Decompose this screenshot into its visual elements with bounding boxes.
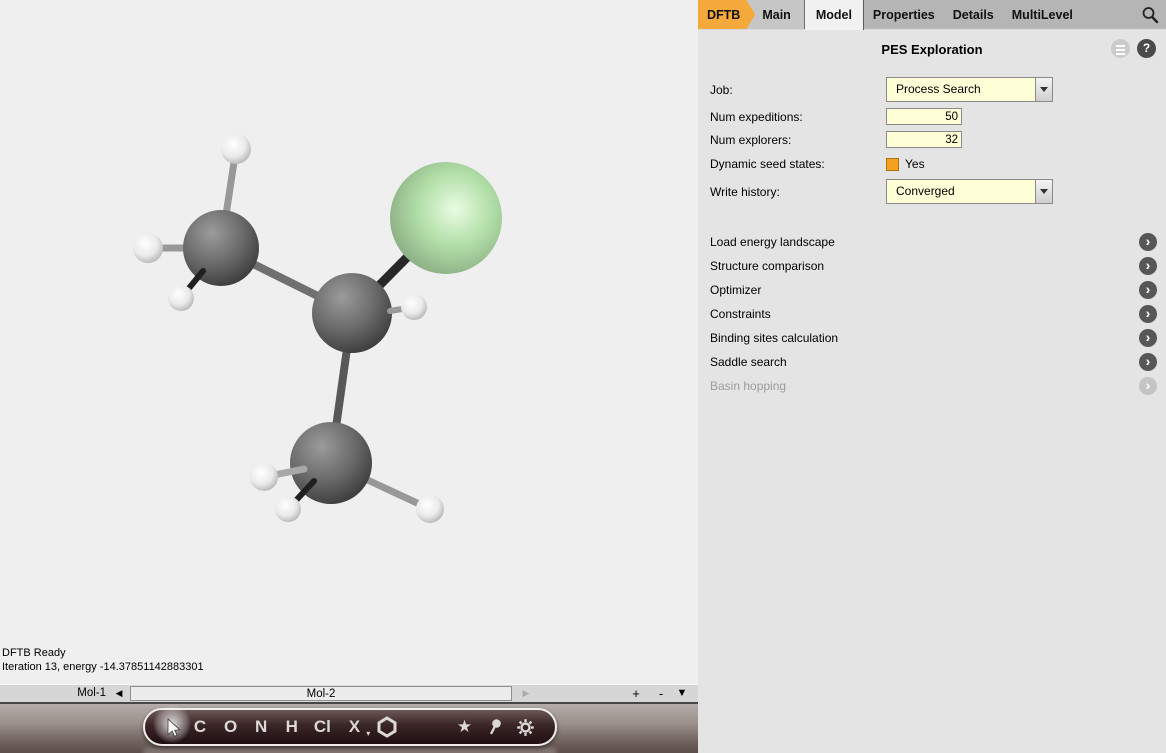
element-button-cl[interactable]: Cl <box>307 717 338 737</box>
scroll-left-icon[interactable]: ◀ <box>112 685 126 703</box>
atom-h[interactable] <box>133 233 163 263</box>
job-dropdown-value: Process Search <box>886 77 1035 102</box>
job-label: Job: <box>710 83 886 97</box>
settings-panel: DFTB Main Model Properties Details Multi… <box>698 0 1166 753</box>
write-history-dropdown-value: Converged <box>886 179 1035 204</box>
job-dropdown-button[interactable] <box>1035 77 1053 102</box>
write-history-label: Write history: <box>710 185 886 199</box>
molecule-menu-arrow[interactable]: ▼ <box>672 685 692 703</box>
atom-cl[interactable] <box>390 162 502 274</box>
chevron-right-icon[interactable]: › <box>1139 257 1157 275</box>
subpanel-list: Load energy landscape › Structure compar… <box>698 230 1166 398</box>
scroll-right-icon: ▶ <box>519 685 533 703</box>
gear-icon <box>516 718 535 737</box>
add-molecule-button[interactable]: + <box>628 685 644 703</box>
num-explorers-label: Num explorers: <box>710 133 886 147</box>
chevron-right-icon[interactable]: › <box>1139 329 1157 347</box>
dynamic-seed-states-label: Dynamic seed states: <box>710 157 886 171</box>
hamburger-menu-icon <box>1116 45 1125 47</box>
search-button[interactable] <box>1141 0 1159 29</box>
dynamic-seed-states-checkbox[interactable] <box>886 158 899 171</box>
breadcrumb-dftb[interactable]: DFTB <box>698 0 755 29</box>
atom-h[interactable] <box>401 294 427 320</box>
write-history-dropdown[interactable]: Converged <box>886 179 1053 204</box>
num-expeditions-label: Num expeditions: <box>710 110 886 124</box>
num-explorers-input[interactable] <box>886 131 962 148</box>
status-line-ready: DFTB Ready <box>2 647 204 661</box>
section-binding-sites-calculation[interactable]: Binding sites calculation › <box>698 326 1166 350</box>
atom-h[interactable] <box>168 285 194 311</box>
tab-model[interactable]: Model <box>805 0 864 30</box>
ring-tool-button[interactable] <box>371 716 402 738</box>
tab-multilevel[interactable]: MultiLevel <box>1003 0 1082 29</box>
bottom-dock-bar: C O N H Cl X ▾ ★ <box>0 702 698 753</box>
structures-tool-button[interactable]: ★ <box>449 717 480 737</box>
tab-details[interactable]: Details <box>944 0 1003 29</box>
breadcrumb-main[interactable]: Main <box>755 0 803 29</box>
chevron-right-icon[interactable]: › <box>1139 353 1157 371</box>
section-basin-hopping: Basin hopping › <box>698 374 1166 398</box>
section-constraints[interactable]: Constraints › <box>698 302 1166 326</box>
tab-mol-2-active[interactable]: Mol-2 <box>130 686 512 701</box>
panel-title-row: PES Exploration ? <box>698 30 1166 66</box>
help-button[interactable]: ? <box>1137 39 1156 58</box>
element-button-c[interactable]: C <box>185 717 216 737</box>
atom-h[interactable] <box>275 496 301 522</box>
settings-tool-button[interactable] <box>510 718 541 737</box>
molecule-canvas[interactable] <box>0 0 698 684</box>
job-dropdown[interactable]: Process Search <box>886 77 1053 102</box>
section-load-energy-landscape[interactable]: Load energy landscape › <box>698 230 1166 254</box>
dynamic-seed-states-value: Yes <box>905 157 925 171</box>
element-button-h[interactable]: H <box>276 717 307 737</box>
molecule-tab-strip: Mol-1 ◀ Mol-2 ▶ + - ▼ <box>0 684 698 702</box>
status-line-energy: Iteration 13, energy -14.37851142883301 <box>2 661 204 675</box>
section-saddle-search[interactable]: Saddle search › <box>698 350 1166 374</box>
breadcrumb: DFTB Main <box>698 0 805 29</box>
pin-tool-button[interactable] <box>480 718 511 736</box>
atom-c[interactable] <box>312 273 392 353</box>
pin-icon <box>486 718 504 736</box>
atom-h[interactable] <box>250 463 278 491</box>
panel-tab-strip: DFTB Main Model Properties Details Multi… <box>698 0 1166 30</box>
write-history-dropdown-button[interactable] <box>1035 179 1053 204</box>
element-button-n[interactable]: N <box>246 717 277 737</box>
chevron-down-icon <box>1040 87 1048 96</box>
chevron-down-icon <box>1040 189 1048 198</box>
x-element-label: X <box>349 717 360 736</box>
remove-molecule-button[interactable]: - <box>653 685 669 703</box>
pointer-tool-button[interactable] <box>159 717 185 737</box>
chevron-right-icon[interactable]: › <box>1139 233 1157 251</box>
page-title: PES Exploration <box>698 30 1166 57</box>
section-structure-comparison[interactable]: Structure comparison › <box>698 254 1166 278</box>
chevron-right-icon[interactable]: › <box>1139 281 1157 299</box>
search-icon <box>1141 6 1159 24</box>
molecule-viewer[interactable]: DFTB Ready Iteration 13, energy -14.3785… <box>0 0 698 684</box>
element-button-x[interactable]: X ▾ <box>338 717 372 737</box>
settings-form: Job: Process Search Num expeditions: Num… <box>710 77 1166 204</box>
panel-menu-button[interactable] <box>1111 39 1130 58</box>
cursor-arrow-icon <box>163 717 181 737</box>
chevron-right-icon[interactable]: › <box>1139 305 1157 323</box>
num-expeditions-input[interactable] <box>886 108 962 125</box>
chevron-right-icon: › <box>1139 377 1157 395</box>
atom-h[interactable] <box>221 134 251 164</box>
hexagon-ring-icon <box>377 716 397 738</box>
status-text: DFTB Ready Iteration 13, energy -14.3785… <box>2 647 204 674</box>
tab-properties[interactable]: Properties <box>864 0 944 29</box>
atom-c[interactable] <box>183 210 259 286</box>
dock-reflection <box>143 748 557 753</box>
x-dropdown-caret-icon: ▾ <box>366 729 370 738</box>
section-optimizer[interactable]: Optimizer › <box>698 278 1166 302</box>
element-button-o[interactable]: O <box>215 717 246 737</box>
tab-mol-1[interactable]: Mol-1 <box>52 685 106 703</box>
element-toolbar: C O N H Cl X ▾ ★ <box>143 708 557 746</box>
atom-h[interactable] <box>416 495 444 523</box>
